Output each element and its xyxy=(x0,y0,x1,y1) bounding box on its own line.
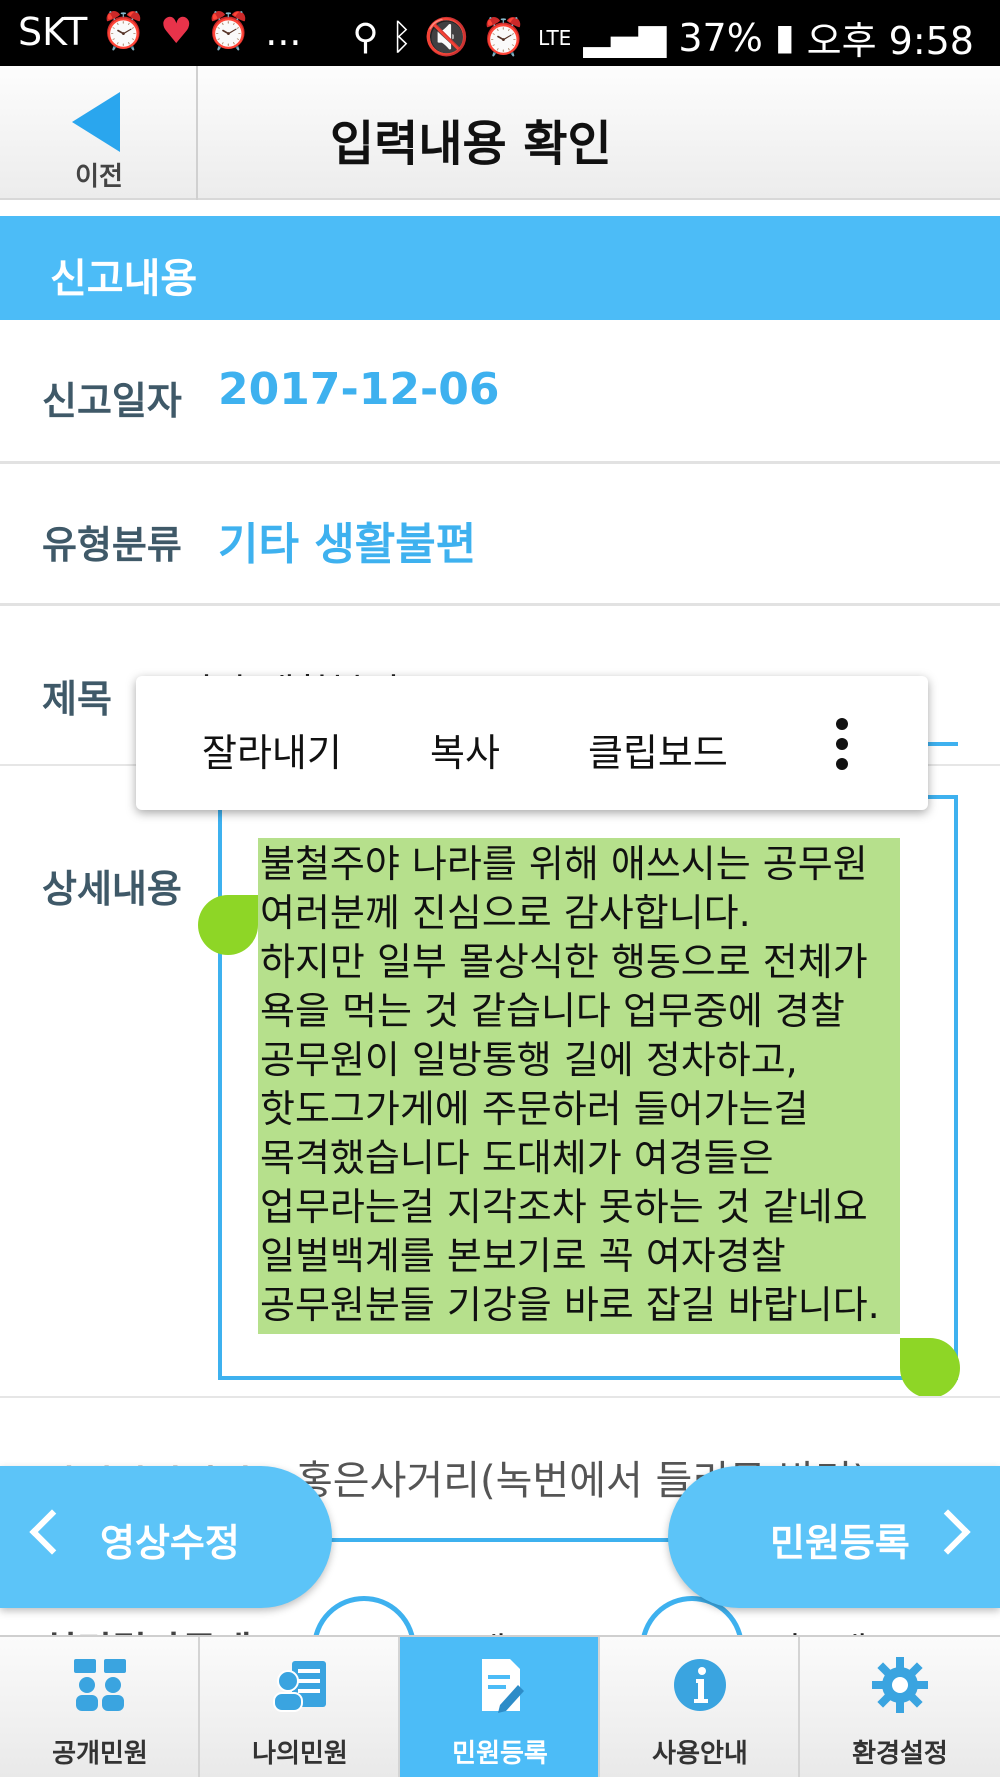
section-title: 신고내용 xyxy=(50,256,198,302)
info-icon xyxy=(674,1659,726,1711)
chevron-right-icon xyxy=(925,1509,971,1555)
back-button[interactable]: 이전 xyxy=(0,66,198,200)
battery-icon: ▮ xyxy=(774,16,795,58)
tab-user-guide[interactable]: 사용안내 xyxy=(600,1637,800,1777)
date-label: 신고일자 xyxy=(42,379,182,423)
text-context-menu: 잘라내기 복사 클립보드 xyxy=(136,676,928,810)
copy-menu-item[interactable]: 복사 xyxy=(430,722,500,777)
back-arrow-icon xyxy=(72,92,120,152)
chevron-left-icon xyxy=(29,1509,75,1555)
category-row: 유형분류 기타 생활불편 xyxy=(0,464,1000,606)
subject-label: 제목 xyxy=(42,677,112,721)
tab-settings[interactable]: 환경설정 xyxy=(800,1637,1000,1777)
subject-input-underline xyxy=(928,742,958,746)
gear-icon xyxy=(872,1657,928,1713)
category-label: 유형분류 xyxy=(42,523,182,567)
heart-icon: ♥ xyxy=(160,11,193,52)
selection-end-handle[interactable] xyxy=(900,1338,960,1398)
category-value: 기타 생활불편 xyxy=(218,519,477,570)
tab-label: 사용안내 xyxy=(652,1739,748,1769)
mute-icon: 🔇 xyxy=(424,16,470,58)
tab-label: 환경설정 xyxy=(852,1739,948,1769)
bluetooth-icon: ᛒ xyxy=(390,16,413,58)
clipboard-menu-item[interactable]: 클립보드 xyxy=(588,722,728,777)
detail-label: 상세내용 xyxy=(42,867,182,911)
back-label: 이전 xyxy=(75,162,123,192)
carrier-label: SKT xyxy=(18,10,88,54)
tab-my-complaints[interactable]: 나의민원 xyxy=(200,1637,400,1777)
bottom-tab-bar: 공개민원 나의민원 민원등록 사용안내 환경설정 xyxy=(0,1635,1000,1777)
page-title: 입력내용 확인 xyxy=(330,116,612,172)
more-options-icon[interactable] xyxy=(836,718,850,778)
date-value: 2017-12-06 xyxy=(218,364,500,415)
alarm-icon: ⏰ xyxy=(101,11,147,52)
tab-label: 공개민원 xyxy=(52,1739,148,1769)
prev-step-button[interactable]: 영상수정 xyxy=(0,1466,332,1608)
cut-menu-item[interactable]: 잘라내기 xyxy=(202,722,342,777)
app-header: 이전 입력내용 확인 xyxy=(0,66,1000,200)
tab-label: 민원등록 xyxy=(452,1739,548,1769)
battery-percent: 37% xyxy=(678,15,763,60)
date-row: 신고일자 2017-12-06 xyxy=(0,320,1000,464)
divider xyxy=(0,1396,1000,1398)
submit-button[interactable]: 민원등록 xyxy=(668,1466,1000,1608)
people-icon xyxy=(74,1659,126,1711)
location-underline xyxy=(296,1538,676,1542)
detail-selected-text[interactable]: 불철주야 나라를 위해 애쓰시는 공무원 여러분께 진심으로 감사합니다. 하지… xyxy=(258,838,900,1334)
profile-card-icon xyxy=(273,1661,326,1712)
prev-step-label: 영상수정 xyxy=(100,1521,240,1565)
clock: 오후 9:58 xyxy=(806,19,974,63)
signal-icon: ▂▄▆ xyxy=(583,16,667,58)
alarm-icon: ⏰ xyxy=(206,11,252,52)
tab-label: 나의민원 xyxy=(252,1739,348,1769)
status-bar: SKT ⏰ ♥ ⏰ ... ⚲ ᛒ 🔇 ⏰ LTE ▂▄▆ 37% ▮ 오후 9… xyxy=(0,0,1000,66)
tab-public-complaints[interactable]: 공개민원 xyxy=(0,1637,200,1777)
section-header: 신고내용 xyxy=(0,216,1000,320)
more-notifications: ... xyxy=(265,10,302,54)
submit-label: 민원등록 xyxy=(770,1521,910,1565)
location-icon: ⚲ xyxy=(352,16,379,58)
selection-start-handle[interactable] xyxy=(198,895,258,955)
alarm-icon: ⏰ xyxy=(481,16,527,58)
document-edit-icon xyxy=(482,1659,524,1713)
network-type: LTE xyxy=(538,25,572,50)
tab-register-complaint[interactable]: 민원등록 xyxy=(400,1637,600,1777)
